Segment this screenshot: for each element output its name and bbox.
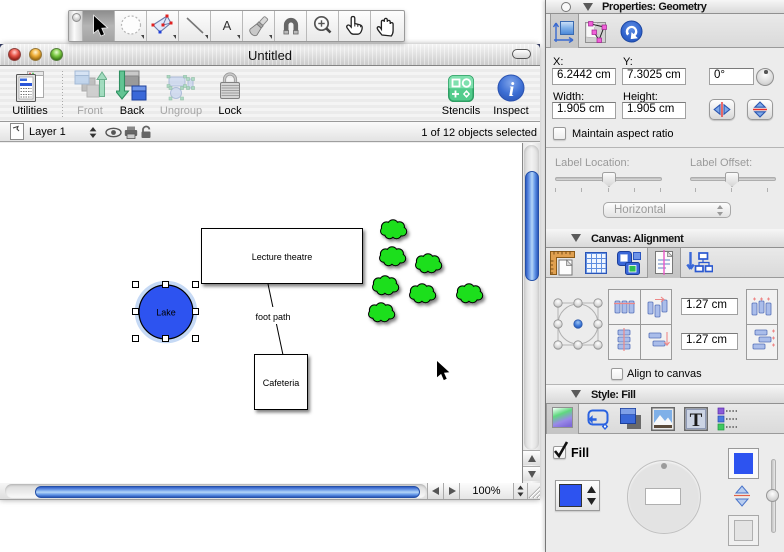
svg-text:A: A	[222, 18, 231, 33]
svg-text:foot path: foot path	[255, 312, 290, 322]
svg-text:T: T	[690, 410, 703, 431]
svg-text:Lecture theatre: Lecture theatre	[252, 252, 313, 262]
svg-text:Cafeteria: Cafeteria	[263, 378, 300, 388]
svg-text:Lake: Lake	[156, 308, 176, 318]
svg-text:i: i	[509, 79, 515, 101]
